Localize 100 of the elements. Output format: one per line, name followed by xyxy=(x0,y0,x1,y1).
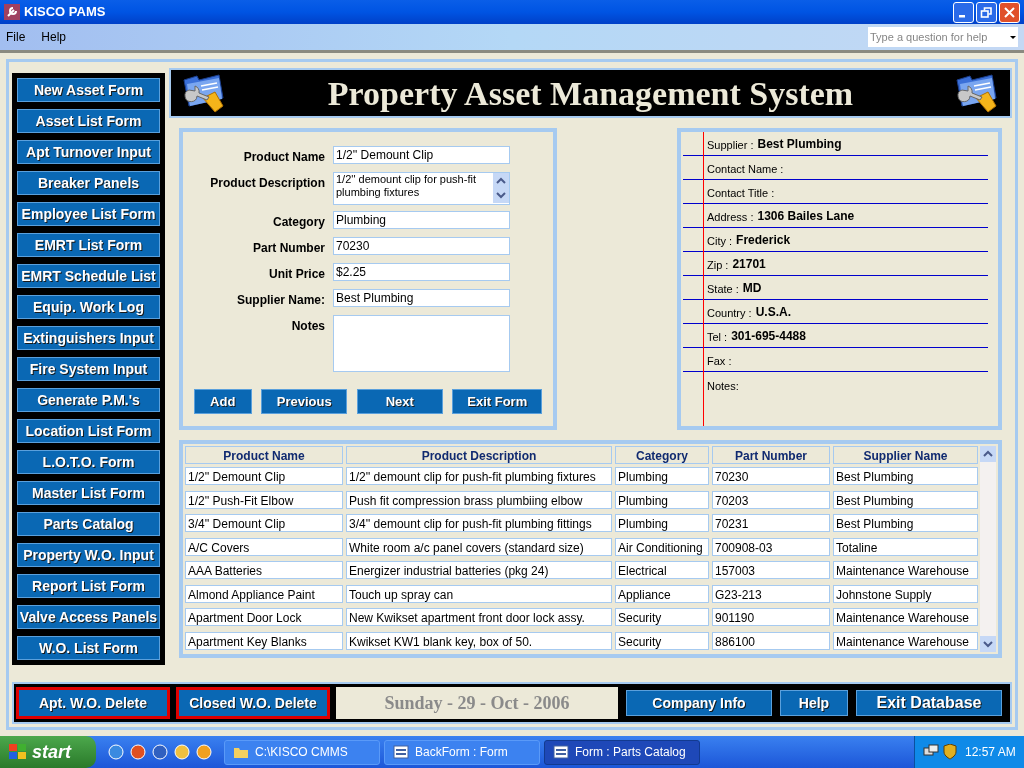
nav-button[interactable]: EMRT List Form xyxy=(17,233,160,257)
nav-button[interactable]: Parts Catalog xyxy=(17,512,160,536)
supplier-label: Fax : xyxy=(707,353,732,369)
table-cell: Security xyxy=(615,631,709,650)
table-cell: Best Plumbing xyxy=(833,467,978,485)
supplier-label: Supplier : xyxy=(707,137,754,153)
taskbar-task[interactable]: C:\KISCO CMMS xyxy=(224,739,380,765)
date-display: Sunday - 29 - Oct - 2006 xyxy=(336,687,618,719)
minimize-icon[interactable] xyxy=(953,1,974,23)
folder-wrench-icon xyxy=(954,72,1000,114)
table-cell: Plumbing xyxy=(615,514,709,532)
table-cell: White room a/c panel covers (standard size) xyxy=(346,537,612,556)
table-cell: AAA Batteries xyxy=(185,561,343,579)
nav-button[interactable]: Property W.O. Input xyxy=(17,543,160,567)
table-cell: Energizer industrial batteries (pkg 24) xyxy=(346,561,612,579)
action-button[interactable]: Company Info xyxy=(626,690,772,716)
supplier-value: 1306 Bailes Lane xyxy=(757,208,855,225)
nav-button[interactable]: Location List Form xyxy=(17,419,160,443)
text-field[interactable]: 70230 xyxy=(333,237,510,255)
column-header: Supplier Name xyxy=(833,446,978,464)
table-cell: Appliance xyxy=(615,584,709,603)
nav-button[interactable]: Fire System Input xyxy=(17,357,160,381)
nav-button[interactable]: Extinguishers Input xyxy=(17,326,160,350)
text-field[interactable]: Best Plumbing xyxy=(333,289,510,307)
table-cell: 70231 xyxy=(712,514,830,532)
table-cell: Plumbing xyxy=(615,490,709,509)
supplier-label: City : xyxy=(707,233,733,249)
nav-button[interactable]: Master List Form xyxy=(17,481,160,505)
table-cell: Best Plumbing xyxy=(833,514,978,532)
help-search-field[interactable]: Type a question for help xyxy=(868,27,1018,47)
scroll-down-icon[interactable] xyxy=(493,188,509,203)
table-cell: Touch up spray can xyxy=(346,584,612,603)
nav-button[interactable]: W.O. List Form xyxy=(17,636,160,660)
menu-item[interactable]: Help xyxy=(41,28,67,46)
table-cell: Totaline xyxy=(833,537,978,556)
nav-button[interactable]: Valve Access Panels xyxy=(17,605,160,629)
nav-button[interactable]: New Asset Form xyxy=(17,78,160,102)
table-cell: 157003 xyxy=(712,561,830,579)
nav-button[interactable]: L.O.T.O. Form xyxy=(17,450,160,474)
scroll-down-icon[interactable] xyxy=(980,636,996,652)
field-label: Category xyxy=(272,214,325,231)
table-cell: Push fit compression brass plumbiing elbow xyxy=(346,490,612,509)
nav-button[interactable]: Report List Form xyxy=(17,574,160,598)
text-field[interactable]: Plumbing xyxy=(333,211,510,229)
form-button[interactable]: Previous xyxy=(261,389,348,414)
app-title: Property Asset Management System xyxy=(327,73,854,114)
start-button[interactable]: start xyxy=(0,736,96,768)
delete-button[interactable]: Closed W.O. Delete xyxy=(176,687,330,719)
scrollbar[interactable] xyxy=(980,446,996,652)
taskbar-task[interactable]: Form : Parts Catalog xyxy=(544,739,700,765)
table-cell: Johnstone Supply xyxy=(833,584,978,603)
table-cell: 886100 xyxy=(712,631,830,650)
action-button[interactable]: Help xyxy=(780,690,848,716)
table-cell: Electrical xyxy=(615,561,709,579)
field-label: Notes xyxy=(290,318,325,335)
scroll-up-icon[interactable] xyxy=(493,173,509,188)
nav-button[interactable]: Asset List Form xyxy=(17,109,160,133)
table-cell: 700908-03 xyxy=(712,537,830,556)
table-cell: 70230 xyxy=(712,467,830,485)
supplier-value: Best Plumbing xyxy=(757,136,842,153)
nav-button[interactable]: Apt Turnover Input xyxy=(17,140,160,164)
nav-button[interactable]: Equip. Work Log xyxy=(17,295,160,319)
taskbar-task[interactable]: BackForm : Form xyxy=(384,739,540,765)
field-label: Product Name xyxy=(242,149,325,166)
key-icon xyxy=(4,4,20,20)
shield-icon[interactable] xyxy=(943,744,957,760)
nav-button[interactable]: Generate P.M.'s xyxy=(17,388,160,412)
column-header: Product Name xyxy=(185,446,343,464)
text-field[interactable]: $2.25 xyxy=(333,263,510,281)
table-cell: 1/2'' Push-Fit Elbow xyxy=(185,490,343,509)
nav-button[interactable]: Breaker Panels xyxy=(17,171,160,195)
close-icon[interactable] xyxy=(999,1,1020,23)
menu-item[interactable]: File xyxy=(6,28,26,46)
column-header: Part Number xyxy=(712,446,830,464)
form-button[interactable]: Next xyxy=(356,389,443,414)
supplier-value: 21701 xyxy=(732,256,766,273)
table-cell: New Kwikset apartment front door lock assy. xyxy=(346,608,612,626)
field-label: Part Number xyxy=(251,240,325,257)
supplier-label: Tel : xyxy=(707,329,728,345)
scroll-up-icon[interactable] xyxy=(980,446,996,462)
exit-button[interactable]: Exit Database xyxy=(856,690,1002,716)
table-cell: 3/4'' demount clip for push-fit plumbing fittings xyxy=(346,514,612,532)
form-icon xyxy=(553,745,569,759)
delete-button[interactable]: Apt. W.O. Delete xyxy=(16,687,170,719)
notes-field[interactable] xyxy=(333,315,510,372)
form-button[interactable]: Add xyxy=(193,389,252,414)
field-label: Unit Price xyxy=(268,266,325,283)
description-field[interactable]: 1/2'' demount clip for push-fit plumbing fixtures xyxy=(333,172,510,205)
clock: 12:57 AM xyxy=(965,744,1016,761)
nav-button[interactable]: EMRT Schedule List xyxy=(17,264,160,288)
supplier-label: Contact Name : xyxy=(707,161,784,177)
table-cell: 3/4'' Demount Clip xyxy=(185,514,343,532)
form-button[interactable]: Exit Form xyxy=(452,389,543,414)
text-field[interactable]: 1/2'' Demount Clip xyxy=(333,146,510,164)
restore-icon[interactable] xyxy=(976,1,997,23)
table-cell: Air Conditioning xyxy=(615,537,709,556)
supplier-value: MD xyxy=(742,280,762,297)
supplier-label: Address : xyxy=(707,209,754,225)
nav-button[interactable]: Employee List Form xyxy=(17,202,160,226)
column-header: Product Description xyxy=(346,446,612,464)
